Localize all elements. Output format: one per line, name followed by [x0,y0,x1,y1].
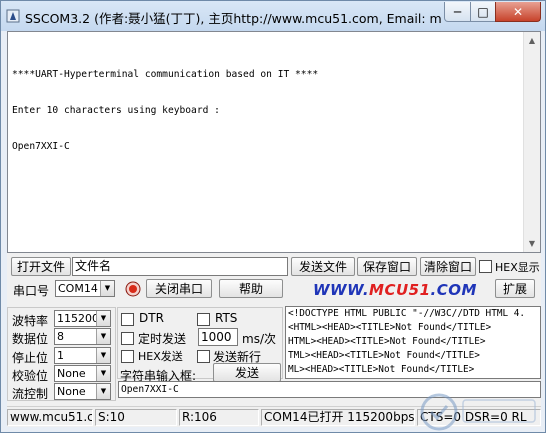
send-newline-checkbox[interactable] [197,350,210,363]
stop-bits-value: 1 [57,349,64,362]
hex-send-label: HEX发送 [138,350,183,363]
minimize-button[interactable]: ─ [444,2,471,22]
sscom-window: SSCOM3.2 (作者:聂小猛(丁丁), 主页http://www.mcu51… [0,0,546,433]
file-name-field[interactable]: 文件名 [72,257,288,276]
port-value: COM14 [58,282,98,295]
send-button[interactable]: 发送 [213,363,281,382]
port-label: 串口号 [13,284,50,298]
clear-window-button[interactable]: 清除窗口 [420,257,476,276]
flow-control-value: None [57,385,86,398]
window-title: SSCOM3.2 (作者:聂小猛(丁丁), 主页http://www.mcu51… [25,11,441,26]
baud-value: 115200 [57,312,99,325]
brand-name: MCU51 [369,281,431,299]
client-area: ****UART-Hyperterminal communication bas… [7,31,541,431]
data-bits-label: 数据位 [12,332,49,346]
sscom-app-icon [6,9,20,23]
send-file-button[interactable]: 发送文件 [291,257,355,276]
save-window-button[interactable]: 保存窗口 [357,257,417,276]
interval-unit: ms/次 [242,332,276,346]
parity-select[interactable]: None ▼ [54,365,111,382]
preview-line: HTML><HEAD><TITLE>Not Found</TITLE> [288,336,486,347]
chevron-down-icon: ▼ [96,366,110,381]
brand-prefix: WWW. [313,281,370,299]
scroll-up-icon[interactable]: ▲ [524,32,540,49]
brand-suffix: .COM [430,281,477,299]
help-button[interactable]: 帮助 [219,279,283,298]
baud-label: 波特率 [12,314,49,328]
preview-line: <HTML><HEAD><TITLE>Not Found</TITLE> [288,322,492,333]
timed-send-checkbox[interactable] [121,332,134,345]
chevron-down-icon: ▼ [96,311,110,326]
received-count: R:106 [179,409,259,426]
baud-select[interactable]: 115200 ▼ [54,310,111,327]
data-bits-value: 8 [57,330,64,343]
watermark-logo [420,393,536,431]
hex-display-checkbox[interactable] [479,260,492,273]
title-bar[interactable]: SSCOM3.2 (作者:聂小猛(丁丁), 主页http://www.mcu51… [1,1,545,31]
flow-control-label: 流控制 [12,387,49,401]
chevron-down-icon: ▼ [96,348,110,363]
chevron-down-icon: ▼ [96,384,110,399]
parity-label: 校验位 [12,369,49,383]
terminal-scrollbar[interactable]: ▲ ▼ [523,32,540,252]
hex-display-label: HEX显示 [495,261,540,274]
terminal-line: Open7XXI-C [12,141,70,152]
terminal-line: Enter 10 characters using keyboard : [12,105,220,116]
preview-line: ML><HEAD><TITLE>Not Found</TITLE> [288,364,475,375]
chevron-down-icon: ▼ [96,329,110,344]
homepage-status[interactable]: www.mcu51.cor [7,409,93,426]
html-preview[interactable]: <!DOCTYPE HTML PUBLIC "-//W3C//DTD HTML … [285,306,541,379]
terminal-line: ****UART-Hyperterminal communication bas… [12,69,319,80]
parity-value: None [57,367,86,380]
mcu51-brand: WWW.MCU51.COM [313,281,477,299]
port-indicator-icon [125,281,141,297]
sent-count: S:10 [95,409,177,426]
port-select[interactable]: COM14 ▼ [55,280,115,297]
close-port-button[interactable]: 关闭串口 [146,279,212,298]
maximize-button[interactable]: □ [470,2,496,22]
data-bits-select[interactable]: 8 ▼ [54,328,111,345]
hex-send-checkbox[interactable] [121,350,134,363]
flow-control-select[interactable]: None ▼ [54,383,111,400]
extend-button[interactable]: 扩展 [495,279,535,298]
preview-line: TML><HEAD><TITLE>Not Found</TITLE> [288,350,480,361]
terminal-text: ****UART-Hyperterminal communication bas… [12,45,318,177]
rts-label: RTS [215,311,238,325]
preview-line: <!DOCTYPE HTML PUBLIC "-//W3C//DTD HTML … [288,308,526,319]
close-button[interactable]: ✕ [495,2,541,22]
port-state: COM14已打开 115200bps [261,409,415,426]
scroll-down-icon[interactable]: ▼ [524,235,540,252]
stop-bits-select[interactable]: 1 ▼ [54,347,111,364]
dtr-label: DTR [139,311,164,325]
timed-send-label: 定时发送 [138,332,187,346]
rts-checkbox[interactable] [197,313,210,326]
stop-bits-label: 停止位 [12,351,49,365]
interval-field[interactable]: 1000 [198,328,238,346]
chevron-down-icon: ▼ [100,281,114,296]
dtr-checkbox[interactable] [121,313,134,326]
open-file-button[interactable]: 打开文件 [11,257,71,276]
receive-terminal[interactable]: ****UART-Hyperterminal communication bas… [7,31,541,253]
